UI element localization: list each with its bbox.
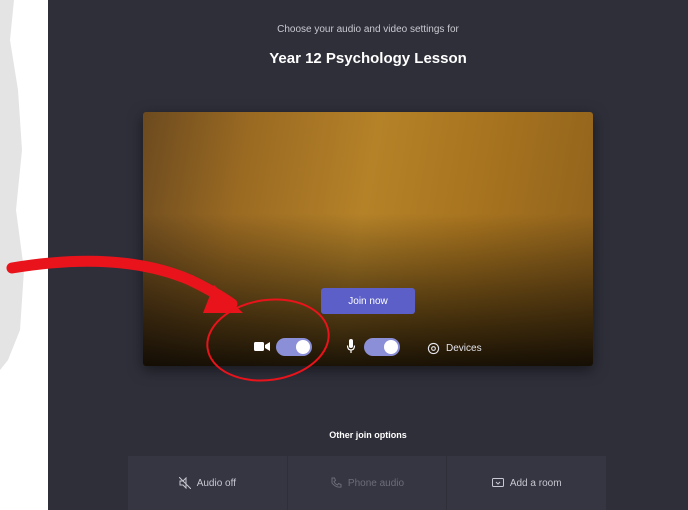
other-join-options-label: Other join options bbox=[329, 430, 407, 440]
video-preview bbox=[143, 112, 593, 366]
audio-toggle[interactable] bbox=[364, 338, 400, 356]
phone-icon bbox=[331, 477, 342, 488]
video-toggle[interactable] bbox=[276, 338, 312, 356]
cast-icon bbox=[491, 478, 504, 487]
video-camera-icon bbox=[254, 342, 270, 351]
settings-prompt: Choose your audio and video settings for bbox=[277, 24, 459, 35]
add-a-room-option[interactable]: Add a room bbox=[447, 456, 606, 510]
toggle-knob bbox=[384, 340, 398, 354]
gear-icon bbox=[427, 342, 440, 354]
phone-audio-label: Phone audio bbox=[347, 477, 405, 489]
audio-off-option[interactable]: Audio off bbox=[128, 456, 288, 510]
paper-edge bbox=[0, 0, 24, 370]
speaker-off-icon bbox=[178, 477, 191, 489]
add-a-room-label: Add a room bbox=[509, 477, 562, 489]
audio-off-label: Audio off bbox=[196, 477, 236, 489]
devices-label: Devices bbox=[446, 342, 482, 354]
meeting-title: Year 12 Psychology Lesson bbox=[269, 50, 467, 67]
join-now-button[interactable]: Join now bbox=[321, 288, 415, 314]
phone-audio-option[interactable]: Phone audio bbox=[288, 456, 448, 510]
devices-button[interactable]: Devices bbox=[427, 340, 482, 356]
other-join-options-bar: Audio off Phone audio Add a room bbox=[128, 456, 606, 510]
toggle-knob bbox=[296, 340, 310, 354]
microphone-icon bbox=[346, 339, 356, 353]
